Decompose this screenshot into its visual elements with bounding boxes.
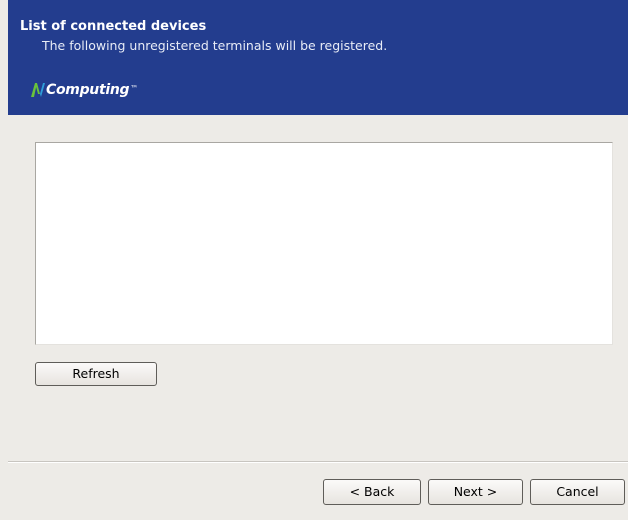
footer-separator	[8, 461, 628, 463]
trademark-symbol: ™	[130, 84, 139, 93]
page-title: List of connected devices	[20, 19, 207, 34]
ncomputing-logo-mark-icon	[30, 81, 45, 99]
back-button[interactable]: < Back	[323, 479, 421, 505]
cancel-button[interactable]: Cancel	[530, 479, 625, 505]
registration-wizard-window: List of connected devices The following …	[0, 0, 628, 520]
next-button[interactable]: Next >	[428, 479, 523, 505]
ncomputing-logo: Computing ™	[30, 80, 138, 100]
page-subtitle: The following unregistered terminals wil…	[42, 38, 388, 53]
wizard-header-banner: List of connected devices The following …	[8, 0, 628, 115]
refresh-button[interactable]: Refresh	[35, 362, 157, 386]
connected-devices-list[interactable]	[35, 142, 613, 345]
ncomputing-logo-text: Computing	[46, 82, 130, 98]
